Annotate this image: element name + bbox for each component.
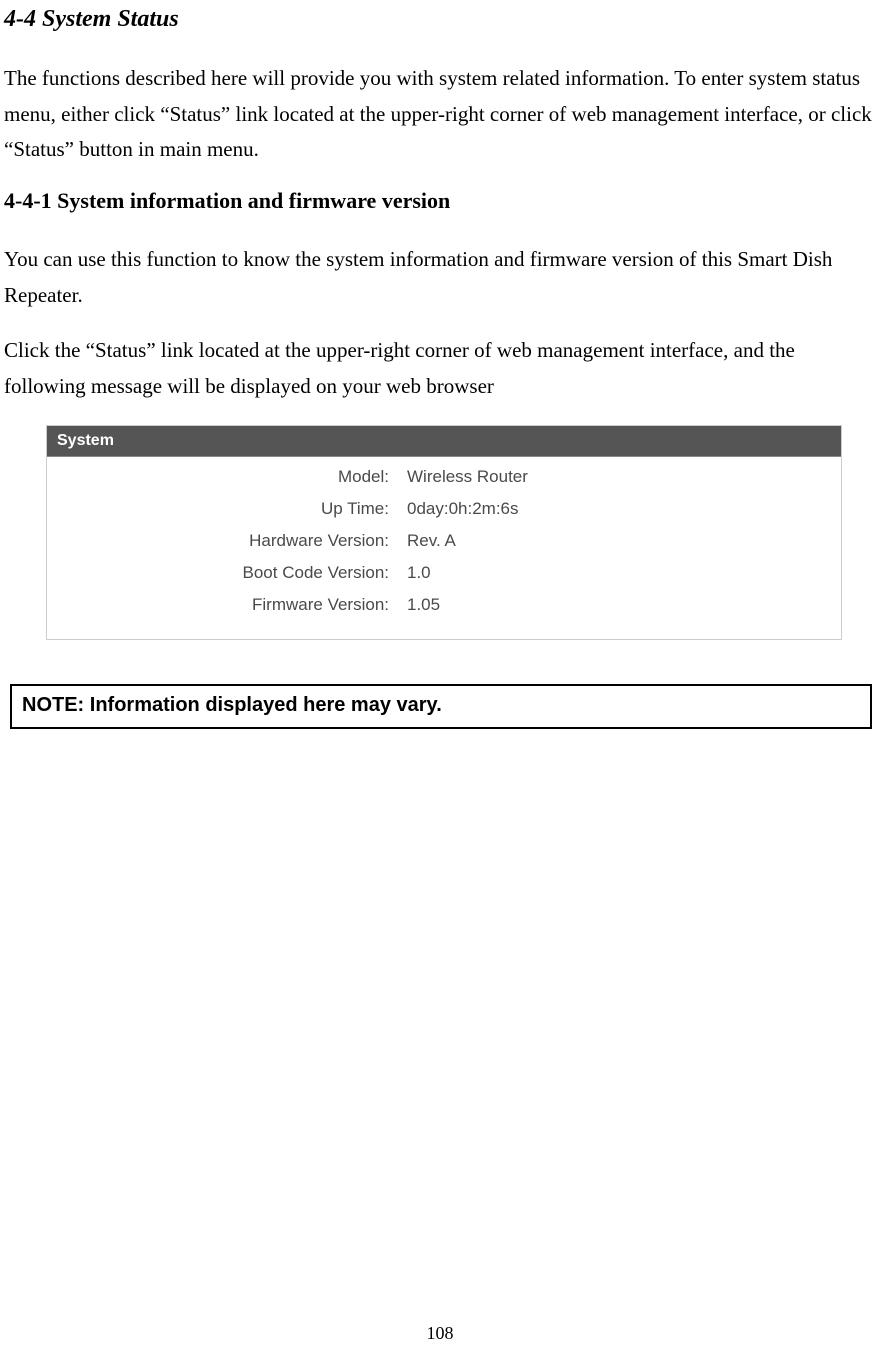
system-row-hardware: Hardware Version: Rev. A bbox=[47, 525, 841, 557]
system-panel-header: System bbox=[47, 426, 841, 457]
paragraph-2: You can use this function to know the sy… bbox=[4, 242, 876, 313]
value-model: Wireless Router bbox=[407, 467, 528, 487]
section-title: 4-4 System Status bbox=[4, 6, 876, 33]
subsection-title: 4-4-1 System information and firmware ve… bbox=[4, 188, 876, 214]
system-panel-body: Model: Wireless Router Up Time: 0day:0h:… bbox=[47, 457, 841, 639]
label-bootcode: Boot Code Version: bbox=[47, 563, 407, 583]
value-bootcode: 1.0 bbox=[407, 563, 431, 583]
value-firmware: 1.05 bbox=[407, 595, 440, 615]
system-row-uptime: Up Time: 0day:0h:2m:6s bbox=[47, 493, 841, 525]
note-box: NOTE: Information displayed here may var… bbox=[10, 684, 872, 729]
label-model: Model: bbox=[47, 467, 407, 487]
label-firmware: Firmware Version: bbox=[47, 595, 407, 615]
paragraph-3: Click the “Status” link located at the u… bbox=[4, 333, 876, 404]
value-hardware: Rev. A bbox=[407, 531, 456, 551]
paragraph-intro: The functions described here will provid… bbox=[4, 61, 876, 168]
system-row-bootcode: Boot Code Version: 1.0 bbox=[47, 557, 841, 589]
label-hardware: Hardware Version: bbox=[47, 531, 407, 551]
value-uptime: 0day:0h:2m:6s bbox=[407, 499, 519, 519]
system-status-screenshot: System Model: Wireless Router Up Time: 0… bbox=[46, 425, 842, 640]
label-uptime: Up Time: bbox=[47, 499, 407, 519]
system-row-firmware: Firmware Version: 1.05 bbox=[47, 589, 841, 621]
page-number: 108 bbox=[0, 1323, 880, 1344]
system-row-model: Model: Wireless Router bbox=[47, 461, 841, 493]
